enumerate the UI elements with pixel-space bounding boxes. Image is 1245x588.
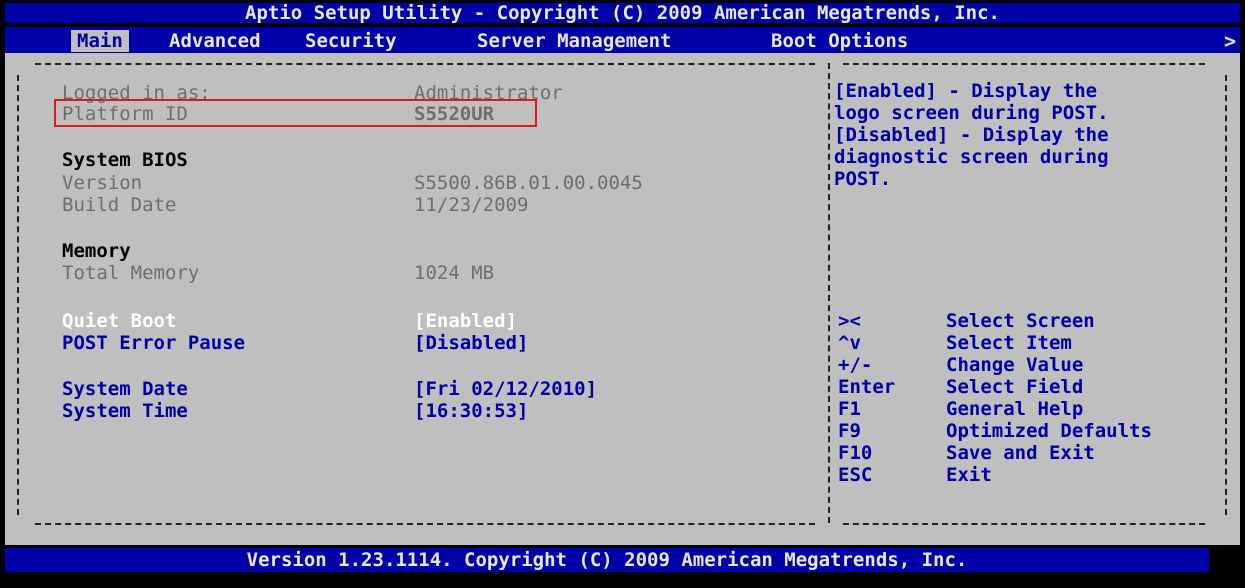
key-action: Change Value bbox=[946, 354, 1084, 376]
total-memory-label: Total Memory bbox=[62, 262, 200, 284]
key-action: Optimized Defaults bbox=[946, 420, 1152, 442]
logged-in-label: Logged in as: bbox=[62, 82, 211, 104]
post-error-pause-value[interactable]: [Disabled] bbox=[414, 332, 528, 354]
key-name: ESC bbox=[838, 464, 873, 486]
help-line: [Disabled] - Display the bbox=[834, 124, 1109, 146]
key-name: ^v bbox=[838, 332, 861, 354]
logged-in-value: Administrator bbox=[414, 82, 563, 104]
key-action: Save and Exit bbox=[946, 442, 1095, 464]
version-label: Version bbox=[62, 172, 143, 194]
tab-main[interactable]: Main bbox=[71, 30, 129, 52]
help-line: POST. bbox=[834, 168, 892, 190]
title-bar: Aptio Setup Utility - Copyright (C) 2009… bbox=[5, 3, 1240, 23]
system-bios-heading: System BIOS bbox=[62, 149, 188, 171]
key-name: F9 bbox=[838, 420, 861, 442]
bios-screen: Aptio Setup Utility - Copyright (C) 2009… bbox=[0, 0, 1245, 588]
key-name: >< bbox=[838, 310, 861, 332]
help-line: [Enabled] - Display the bbox=[834, 80, 1098, 102]
scroll-right-icon[interactable]: > bbox=[1224, 29, 1236, 53]
system-date-value[interactable]: [Fri 02/12/2010] bbox=[414, 378, 597, 400]
platform-id-value: S5520UR bbox=[414, 103, 495, 125]
help-line: diagnostic screen during bbox=[834, 146, 1109, 168]
key-name: F10 bbox=[838, 442, 873, 464]
frame-bottom-right bbox=[843, 523, 1205, 525]
tab-server-management[interactable]: Server Management bbox=[471, 30, 677, 52]
help-line: logo screen during POST. bbox=[834, 102, 1109, 124]
key-name: +/- bbox=[838, 354, 873, 376]
quiet-boot-value[interactable]: [Enabled] bbox=[414, 310, 517, 332]
version-value: S5500.86B.01.00.0045 bbox=[414, 172, 643, 194]
build-date-label: Build Date bbox=[62, 194, 177, 216]
frame-divider bbox=[828, 63, 830, 523]
system-time-label[interactable]: System Time bbox=[62, 400, 188, 422]
tab-advanced[interactable]: Advanced bbox=[163, 30, 267, 52]
key-action: Select Screen bbox=[946, 310, 1095, 332]
frame-top-left bbox=[35, 63, 815, 65]
key-action: Select Field bbox=[946, 376, 1084, 398]
platform-id-label: Platform ID bbox=[62, 103, 188, 125]
key-legend-row: >< bbox=[838, 310, 861, 332]
memory-heading: Memory bbox=[62, 240, 131, 262]
total-memory-value: 1024 MB bbox=[414, 262, 495, 284]
footer-bar: Version 1.23.1114. Copyright (C) 2009 Am… bbox=[5, 548, 1209, 572]
key-action: Exit bbox=[946, 464, 992, 486]
help-panel: [Enabled] - Display the logo screen duri… bbox=[834, 80, 1234, 190]
post-error-pause-label[interactable]: POST Error Pause bbox=[62, 332, 245, 354]
quiet-boot-label[interactable]: Quiet Boot bbox=[62, 310, 176, 332]
key-action: Select Item bbox=[946, 332, 1072, 354]
tab-security[interactable]: Security bbox=[299, 30, 403, 52]
key-name: Enter bbox=[838, 376, 896, 398]
frame-left bbox=[17, 75, 19, 515]
key-action: General Help bbox=[946, 398, 1084, 420]
frame-bottom-left bbox=[35, 523, 815, 525]
menu-bar: Main Advanced Security Server Management… bbox=[5, 27, 1240, 53]
system-date-label[interactable]: System Date bbox=[62, 378, 188, 400]
tab-boot-options[interactable]: Boot Options bbox=[765, 30, 914, 52]
key-name: F1 bbox=[838, 398, 861, 420]
frame-top-right bbox=[843, 63, 1205, 65]
system-time-value[interactable]: [16:30:53] bbox=[414, 400, 528, 422]
build-date-value: 11/23/2009 bbox=[414, 194, 529, 216]
